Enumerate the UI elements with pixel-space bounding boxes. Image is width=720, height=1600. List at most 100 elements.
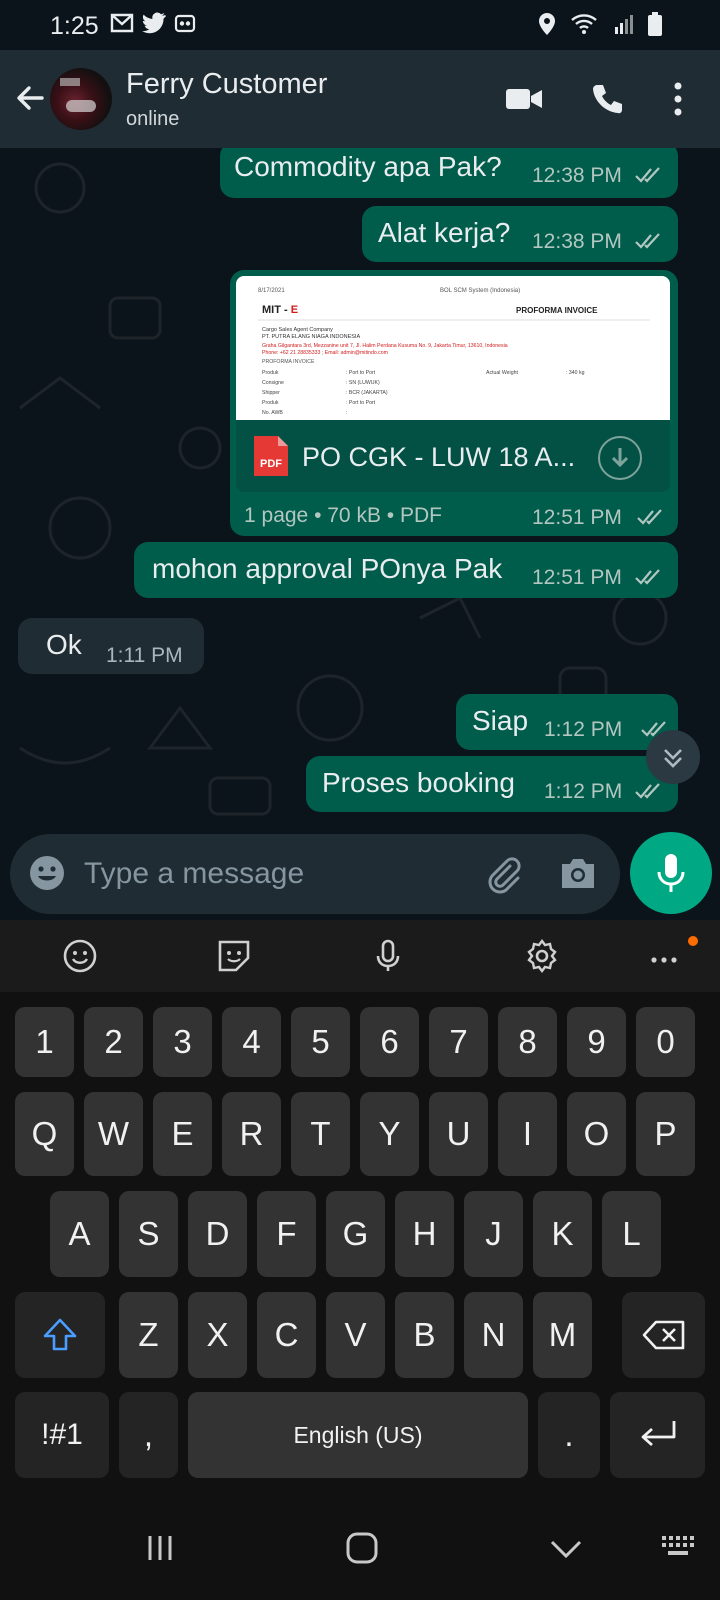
home-icon[interactable] bbox=[344, 1530, 380, 1566]
read-receipt-icon bbox=[635, 233, 660, 249]
app-notification-icon bbox=[174, 14, 196, 33]
key-7[interactable]: 7 bbox=[429, 1007, 488, 1077]
sticker-icon[interactable] bbox=[216, 938, 252, 974]
key-x[interactable]: X bbox=[188, 1292, 247, 1378]
recent-apps-icon[interactable] bbox=[142, 1530, 178, 1566]
key-2[interactable]: 2 bbox=[84, 1007, 143, 1077]
message-bubble[interactable]: Ok 1:11 PM bbox=[18, 618, 204, 674]
chat-area[interactable]: Commodity apa Pak? 12:38 PM Alat kerja? … bbox=[0, 148, 720, 828]
key-g[interactable]: G bbox=[326, 1191, 385, 1277]
chat-header: Ferry Customer online bbox=[0, 50, 720, 148]
message-input[interactable] bbox=[84, 852, 464, 896]
key-d[interactable]: D bbox=[188, 1191, 247, 1277]
shift-arrow-icon bbox=[43, 1318, 77, 1351]
message-time: 12:38 PM bbox=[532, 164, 622, 187]
key-s[interactable]: S bbox=[119, 1191, 178, 1277]
key-0[interactable]: 0 bbox=[636, 1007, 695, 1077]
key-9[interactable]: 9 bbox=[567, 1007, 626, 1077]
message-bubble[interactable]: Alat kerja? 12:38 PM bbox=[362, 206, 678, 262]
status-bar: 1:25 bbox=[0, 0, 720, 50]
settings-gear-icon[interactable] bbox=[524, 938, 560, 974]
comma-key[interactable]: , bbox=[119, 1392, 178, 1478]
download-icon bbox=[611, 448, 629, 468]
keyboard-toolbar bbox=[0, 920, 720, 992]
key-n[interactable]: N bbox=[464, 1292, 523, 1378]
contact-name[interactable]: Ferry Customer bbox=[126, 68, 327, 101]
space-bar[interactable]: English (US) bbox=[188, 1392, 528, 1478]
key-a[interactable]: A bbox=[50, 1191, 109, 1277]
symbols-key[interactable]: !#1 bbox=[15, 1392, 109, 1478]
key-5[interactable]: 5 bbox=[291, 1007, 350, 1077]
key-k[interactable]: K bbox=[533, 1191, 592, 1277]
period-key[interactable]: . bbox=[538, 1392, 600, 1478]
message-input-container[interactable] bbox=[10, 834, 620, 914]
key-i[interactable]: I bbox=[498, 1092, 557, 1176]
read-receipt-icon bbox=[635, 783, 660, 799]
shift-key[interactable] bbox=[15, 1292, 105, 1378]
key-h[interactable]: H bbox=[395, 1191, 454, 1277]
key-q[interactable]: Q bbox=[15, 1092, 74, 1176]
key-p[interactable]: P bbox=[636, 1092, 695, 1176]
message-time: 12:38 PM bbox=[532, 230, 622, 253]
emoji-icon[interactable] bbox=[62, 938, 98, 974]
message-time: 12:51 PM bbox=[532, 566, 622, 589]
key-f[interactable]: F bbox=[257, 1191, 316, 1277]
document-message-bubble[interactable]: 8/17/2021 BOL SCM System (Indonesia) MIT… bbox=[230, 270, 678, 536]
svg-text:8/17/2021: 8/17/2021 bbox=[258, 288, 285, 294]
key-c[interactable]: C bbox=[257, 1292, 316, 1378]
voice-input-icon[interactable] bbox=[370, 938, 406, 974]
svg-text:: 340 kg: : 340 kg bbox=[566, 370, 585, 376]
back-nav-icon[interactable] bbox=[548, 1530, 584, 1566]
key-1[interactable]: 1 bbox=[15, 1007, 74, 1077]
document-info-bar[interactable]: PDF PO CGK - LUW 18 A... bbox=[236, 420, 670, 492]
more-options-icon[interactable] bbox=[668, 80, 688, 118]
message-time: 1:12 PM bbox=[544, 780, 623, 803]
key-o[interactable]: O bbox=[567, 1092, 626, 1176]
message-text: Ok bbox=[46, 629, 82, 660]
message-bubble[interactable]: Siap 1:12 PM bbox=[456, 694, 678, 750]
key-6[interactable]: 6 bbox=[360, 1007, 419, 1077]
attachment-icon[interactable] bbox=[482, 852, 524, 894]
key-u[interactable]: U bbox=[429, 1092, 488, 1176]
message-bubble[interactable]: mohon approval POnya Pak 12:51 PM bbox=[134, 542, 678, 598]
key-3[interactable]: 3 bbox=[153, 1007, 212, 1077]
backspace-key[interactable] bbox=[622, 1292, 705, 1378]
key-l[interactable]: L bbox=[602, 1191, 661, 1277]
key-z[interactable]: Z bbox=[119, 1292, 178, 1378]
key-j[interactable]: J bbox=[464, 1191, 523, 1277]
camera-icon[interactable] bbox=[558, 854, 598, 892]
voice-message-button[interactable] bbox=[630, 832, 712, 914]
document-preview[interactable]: 8/17/2021 BOL SCM System (Indonesia) MIT… bbox=[236, 276, 670, 420]
avatar[interactable] bbox=[50, 68, 112, 130]
key-y[interactable]: Y bbox=[360, 1092, 419, 1176]
svg-text:Consigne: Consigne bbox=[262, 380, 284, 386]
download-button[interactable] bbox=[598, 436, 642, 480]
svg-text:Produk: Produk bbox=[262, 370, 279, 376]
phone-call-icon[interactable] bbox=[590, 82, 624, 116]
key-t[interactable]: T bbox=[291, 1092, 350, 1176]
key-e[interactable]: E bbox=[153, 1092, 212, 1176]
microphone-icon bbox=[657, 854, 685, 892]
video-call-icon[interactable] bbox=[505, 84, 543, 114]
message-bubble[interactable]: Commodity apa Pak? 12:38 PM bbox=[220, 148, 678, 198]
back-arrow-icon[interactable] bbox=[12, 80, 48, 116]
wifi-icon bbox=[571, 14, 597, 34]
key-8[interactable]: 8 bbox=[498, 1007, 557, 1077]
key-r[interactable]: R bbox=[222, 1092, 281, 1176]
key-v[interactable]: V bbox=[326, 1292, 385, 1378]
emoji-icon[interactable] bbox=[28, 854, 66, 892]
enter-key[interactable] bbox=[610, 1392, 705, 1478]
signal-icon bbox=[615, 15, 633, 34]
keyboard-switch-icon[interactable] bbox=[660, 1532, 696, 1562]
notification-dot bbox=[688, 936, 698, 946]
key-4[interactable]: 4 bbox=[222, 1007, 281, 1077]
key-b[interactable]: B bbox=[395, 1292, 454, 1378]
scroll-to-bottom-button[interactable] bbox=[646, 730, 700, 784]
more-icon[interactable] bbox=[646, 938, 682, 974]
read-receipt-icon bbox=[637, 509, 662, 525]
message-bubble[interactable]: Proses booking 1:12 PM bbox=[306, 756, 678, 812]
key-w[interactable]: W bbox=[84, 1092, 143, 1176]
message-composer bbox=[0, 828, 720, 920]
key-m[interactable]: M bbox=[533, 1292, 592, 1378]
document-meta: 1 page • 70 kB • PDF bbox=[244, 504, 442, 527]
